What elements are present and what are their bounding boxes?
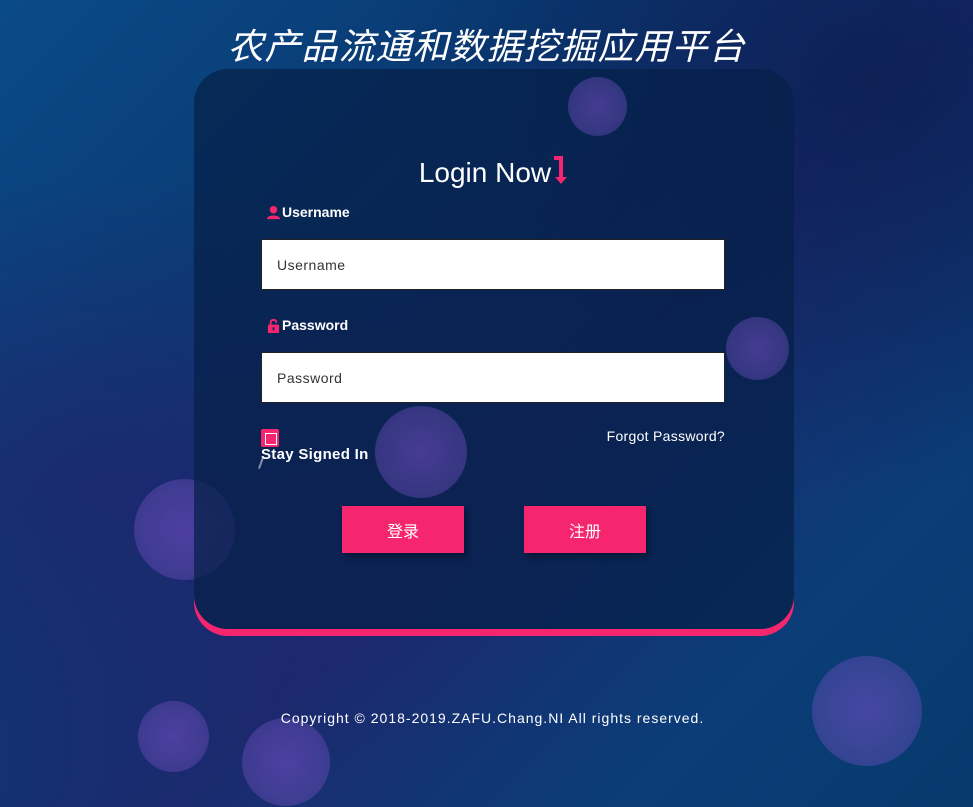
stay-signed-in-label[interactable]: Stay Signed In [261, 446, 369, 463]
username-label-text: Username [282, 204, 350, 220]
user-icon [266, 205, 281, 219]
username-label: Username [266, 204, 350, 220]
page-title: 农产品流通和数据挖掘应用平台 [227, 27, 746, 68]
decorative-bubble [375, 406, 467, 498]
forgot-password-link[interactable]: Forgot Password? [607, 428, 725, 444]
login-button[interactable]: 登录 [342, 506, 464, 553]
password-label: Password [266, 317, 348, 333]
login-card: Login Now Username Password Stay Signed … [194, 69, 794, 629]
login-heading-text: Login Now [418, 157, 552, 188]
copyright-text: Copyright © 2018-2019.ZAFU.Chang.NI All … [280, 710, 705, 726]
register-button[interactable]: 注册 [524, 506, 646, 553]
username-input[interactable] [261, 239, 725, 290]
stay-signed-in-checkbox[interactable] [261, 429, 279, 447]
password-input[interactable] [261, 352, 725, 403]
decorative-bubble [242, 718, 330, 806]
password-label-text: Password [282, 317, 349, 333]
arrow-down-right-icon [554, 156, 568, 184]
login-heading: Login Now [194, 155, 794, 189]
decorative-bubble [568, 77, 627, 136]
unlock-icon [267, 318, 280, 333]
checkbox-box [265, 433, 277, 445]
decorative-bubble [726, 317, 789, 380]
